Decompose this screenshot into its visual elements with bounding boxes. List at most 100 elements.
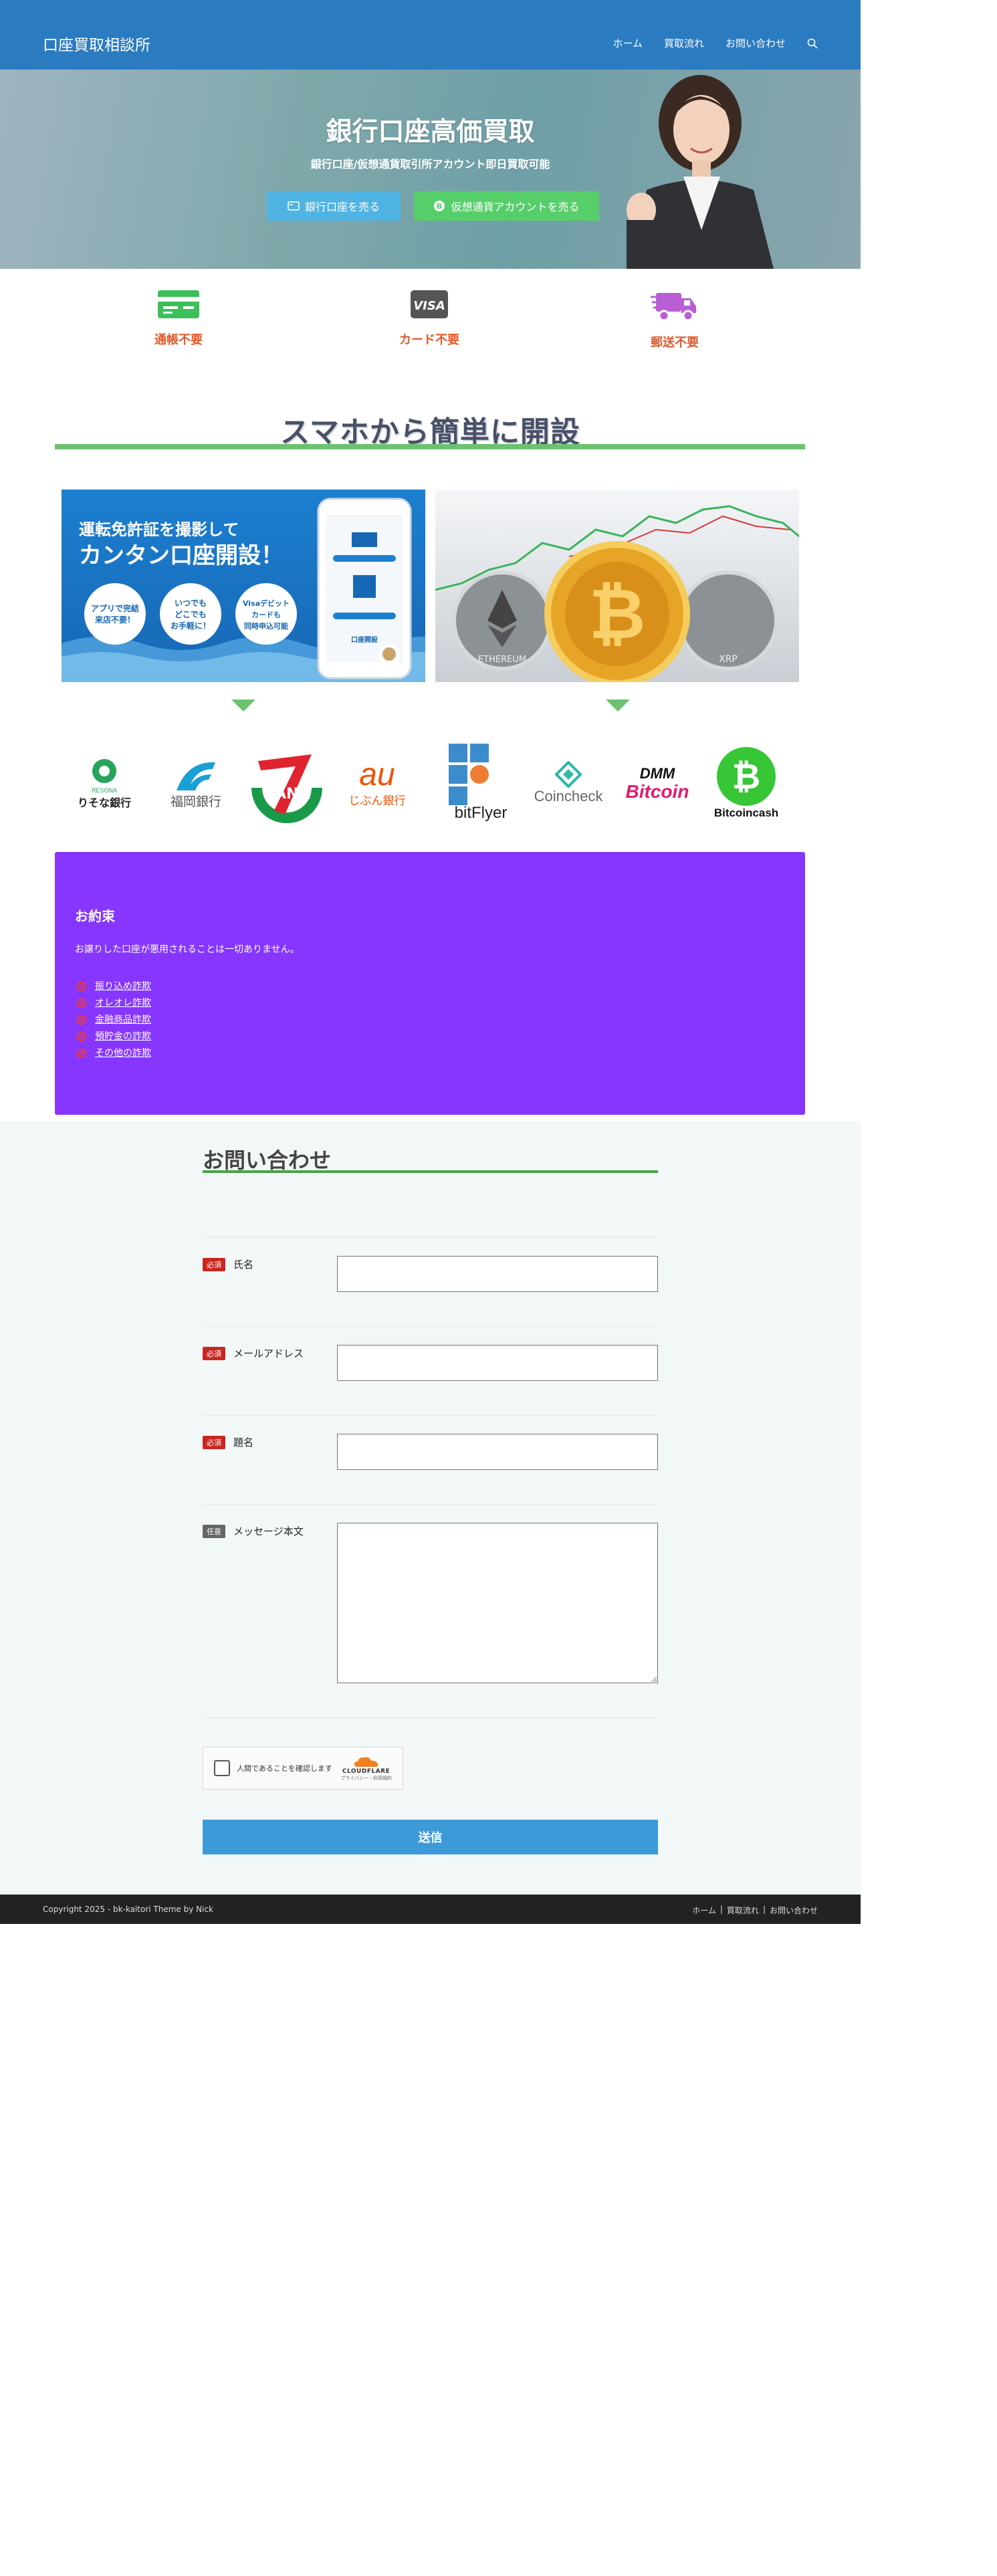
logo-name: Coincheck	[534, 788, 603, 804]
logo-resona-bank: RESONA りそな銀行	[64, 740, 144, 827]
main-nav: ホーム 買取流れ お問い合わせ	[613, 36, 818, 50]
phone-screen-text: 口座開設	[351, 635, 378, 644]
promise-item-link[interactable]: 金融商品詐欺	[95, 1014, 151, 1025]
promise-item-link[interactable]: 預貯金の詐欺	[95, 1031, 151, 1042]
bubble-3-line-3: 同時申込可能	[244, 621, 288, 631]
feature-label: 通帳不要	[154, 333, 203, 347]
feature-label: カード不要	[399, 333, 459, 347]
logo-name: りそな銀行	[77, 798, 131, 809]
form-divider	[203, 1237, 658, 1238]
bank-app-banner[interactable]: 運転免許証を撮影して カンタン口座開設！ アプリで完結 来店不要！ いつでも ど…	[62, 490, 425, 682]
logo-seven-bank: BANK	[245, 740, 329, 827]
search-icon[interactable]	[807, 38, 818, 49]
list-item: 振り込め詐欺	[75, 978, 785, 995]
footer-link-home[interactable]: ホーム	[692, 1905, 716, 1916]
contact-title-underline	[203, 1170, 658, 1173]
hero-subtitle: 銀行口座/仮想通貨取引所アカウント即日買取可能	[310, 158, 550, 171]
nav-item-contact[interactable]: お問い合わせ	[726, 36, 786, 50]
promise-text: お譲りした口座が悪用されることは一切ありません。	[75, 944, 300, 955]
list-item: 預貯金の詐欺	[75, 1029, 785, 1045]
bubble-2-line-2: どこでも	[175, 610, 207, 619]
footer-link-contact[interactable]: お問い合わせ	[770, 1905, 818, 1916]
footer-link-flow[interactable]: 買取流れ	[727, 1905, 759, 1916]
form-divider	[203, 1717, 658, 1718]
prohibited-icon	[76, 998, 87, 1008]
sell-bank-account-button[interactable]: 銀行口座を売る	[267, 191, 401, 221]
name-field[interactable]	[337, 1256, 658, 1292]
banner-headline-2: カンタン口座開設！	[79, 542, 284, 569]
nav-item-home[interactable]: ホーム	[613, 36, 643, 50]
svg-text:₿: ₿	[732, 757, 760, 797]
captcha-links[interactable]: プライバシー・利用規約	[340, 1775, 392, 1782]
feature-no-mailing: 郵送不要	[601, 288, 748, 350]
logo-name: DMM	[639, 765, 675, 782]
form-divider	[203, 1326, 658, 1327]
sell-crypto-account-button[interactable]: B 仮想通貨アカウントを売る	[414, 191, 599, 221]
optional-badge: 任意	[203, 1524, 225, 1538]
logo-coincheck: Coincheck	[523, 740, 614, 827]
bubble-1-line-1: アプリで完結	[91, 603, 139, 613]
bubble-2-line-3: お手軽に！	[171, 621, 211, 631]
logo-name: bitFlyer	[454, 804, 508, 822]
form-divider	[203, 1504, 658, 1505]
name-label-text: 氏名	[233, 1259, 254, 1271]
banner-headline-1: 運転免許証を撮影して	[79, 520, 239, 539]
footer-copyright: Copyright 2025 - bk-kaitori Theme by Nic…	[43, 1905, 213, 1914]
site-title[interactable]: 口座買取相談所	[43, 32, 150, 55]
nav-item-flow[interactable]: 買取流れ	[664, 36, 704, 50]
promise-item-link[interactable]: 振り込め詐欺	[95, 981, 151, 992]
captcha-widget: 人間であることを確認します CLOUDFLARE プライバシー・利用規約	[203, 1747, 403, 1790]
crypto-coins-banner[interactable]: ETHEREUM XRP ₿	[435, 490, 799, 682]
email-label-text: メールアドレス	[233, 1348, 304, 1360]
feature-no-passbook: 通帳不要	[105, 288, 252, 348]
feature-label: 郵送不要	[651, 336, 699, 350]
list-item: 金融商品詐欺	[75, 1012, 785, 1029]
svg-text:VISA: VISA	[413, 299, 445, 313]
site-footer: Copyright 2025 - bk-kaitori Theme by Nic…	[0, 1895, 861, 1924]
delivery-truck-icon	[651, 293, 696, 322]
email-field[interactable]	[337, 1345, 658, 1381]
bubble-3-line-2: カードも	[251, 611, 281, 619]
subject-label-text: 題名	[233, 1436, 254, 1448]
submit-button[interactable]: 送信	[203, 1820, 658, 1854]
subject-field[interactable]	[337, 1434, 658, 1470]
logo-sub: じぶん銀行	[348, 794, 406, 807]
feature-no-card: VISA カード不要	[356, 288, 503, 348]
bitcoin-circle-icon: B	[434, 201, 445, 211]
logo-name: 福岡銀行	[170, 794, 221, 809]
passbook-icon	[158, 290, 199, 318]
required-badge: 必須	[203, 1257, 225, 1271]
email-label: 必須 メールアドレス	[203, 1346, 304, 1360]
promise-list: 振り込め詐欺 オレオレ詐欺 金融商品詐欺 預貯金の詐欺 その他の詐欺	[75, 978, 785, 1062]
crypto-coins-art: ETHEREUM XRP ₿	[435, 505, 799, 682]
promise-item-link[interactable]: その他の詐欺	[95, 1048, 151, 1059]
bubble-1-line-2: 来店不要！	[94, 615, 135, 625]
prohibited-icon	[76, 1048, 87, 1059]
promise-item-link[interactable]: オレオレ詐欺	[95, 998, 151, 1008]
bank-app-banner-art: 運転免許証を撮影して カンタン口座開設！ アプリで完結 来店不要！ いつでも ど…	[62, 498, 425, 682]
list-item: オレオレ詐欺	[75, 995, 785, 1012]
list-item: その他の詐欺	[75, 1045, 785, 1062]
hero: 銀行口座高価買取 銀行口座/仮想通貨取引所アカウント即日買取可能 銀行口座を売る…	[0, 70, 861, 269]
footer-nav: ホーム | 買取流れ | お問い合わせ	[692, 1905, 818, 1916]
footer-separator: |	[719, 1905, 723, 1914]
prohibited-icon	[76, 1014, 87, 1025]
message-textarea[interactable]	[337, 1523, 658, 1683]
required-badge: 必須	[203, 1435, 225, 1449]
message-label: 任意 メッセージ本文	[203, 1524, 304, 1538]
logo-bitflyer: bitFlyer	[445, 740, 516, 827]
sell-crypto-account-label: 仮想通貨アカウントを売る	[451, 201, 580, 213]
logo-dmm-bitcoin: DMM Bitcoin	[618, 740, 697, 827]
cloudflare-cloud-icon	[354, 1757, 378, 1767]
logo-name: Bitcoincash	[713, 807, 779, 819]
captcha-checkbox[interactable]	[214, 1760, 230, 1776]
logo-fukuoka-bank: 福岡銀行	[155, 740, 237, 827]
subject-label: 必須 題名	[203, 1435, 253, 1449]
logo-sub: Bitcoin	[625, 781, 689, 802]
logo-au-jibun-bank: au じぶん銀行	[338, 740, 417, 827]
coin-ethereum-label: ETHEREUM	[478, 655, 526, 665]
site-header: 口座買取相談所 ホーム 買取流れ お問い合わせ	[0, 0, 861, 70]
bank-card-icon	[288, 201, 300, 211]
logo-sub: RESONA	[91, 787, 117, 794]
required-badge: 必須	[203, 1346, 225, 1360]
